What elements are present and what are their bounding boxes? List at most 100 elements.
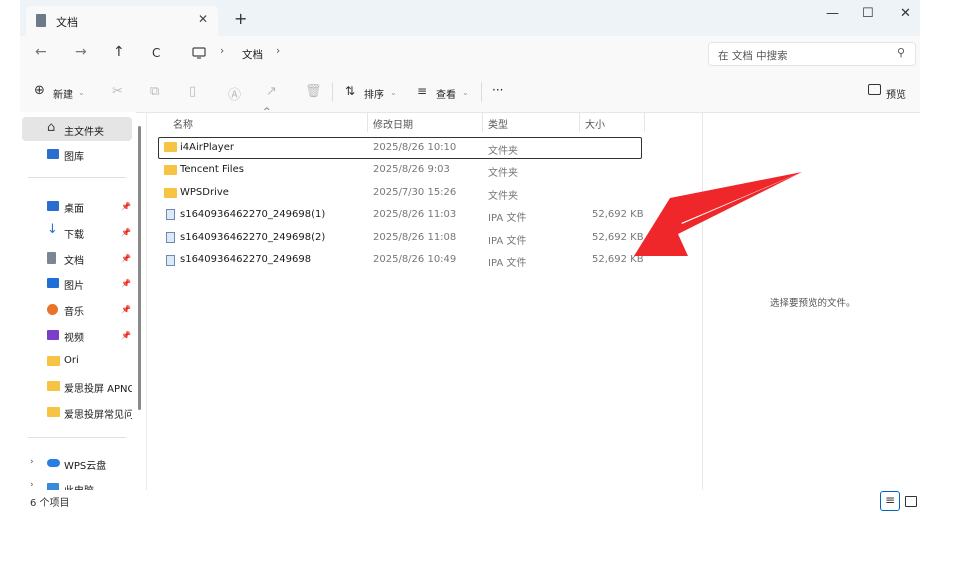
desktop-icon [47,201,59,211]
sidebar-item-label: 此电脑 [64,482,94,490]
sidebar-item-gallery[interactable]: 图库 [64,148,84,163]
column-header-date[interactable]: 修改日期 [373,116,413,131]
sidebar-scrollbar[interactable] [138,126,141,410]
music-icon [47,304,58,315]
pin-icon: 📌 [121,254,131,263]
preview-pane-icon [868,84,881,95]
pictures-icon [47,278,59,288]
divider [481,82,482,102]
search-box[interactable]: 在 文档 中搜索 ⚲ [708,42,916,66]
file-date: 2025/7/30 15:26 [373,187,457,198]
refresh-button[interactable]: C [152,46,160,60]
folder-icon [164,142,177,152]
ipa-file-icon [166,209,175,220]
more-button[interactable]: ··· [492,83,503,97]
column-header-type[interactable]: 类型 [488,116,508,131]
chevron-right-icon: › [276,45,281,57]
file-date: 2025/8/26 11:03 [373,209,457,220]
download-icon: ↓ [47,222,58,237]
forward-button[interactable]: → [75,44,87,60]
chevron-down-icon: ⌄ [390,88,397,97]
sidebar-item-ori[interactable]: Ori [64,355,79,366]
up-button[interactable]: ↑ [113,44,125,60]
file-date: 2025/8/26 11:08 [373,232,457,243]
rename-icon[interactable]: Ⓐ [228,84,241,103]
sidebar-item-documents[interactable]: 文档 [64,252,84,267]
file-type: 文件夹 [488,191,518,202]
computer-icon [192,47,206,59]
cloud-icon [47,459,60,467]
breadcrumb-documents[interactable]: 文档 [242,47,263,62]
column-header-size[interactable]: 大小 [585,116,605,131]
sort-icon: ⇅ [345,84,356,98]
file-type: 文件夹 [488,146,518,157]
delete-icon[interactable]: 🗑 [305,84,322,99]
sidebar-item-wps-cloud[interactable]: WPS云盘 [64,457,106,472]
divider [28,437,126,438]
folder-icon [164,165,177,175]
maximize-button[interactable]: ☐ [862,6,874,21]
tab-close-button[interactable]: ✕ [198,12,208,26]
view-button[interactable]: 查看 [436,86,456,101]
file-name: s1640936462270_249698(1) [180,209,326,220]
new-tab-button[interactable]: + [234,9,247,28]
file-date: 2025/8/26 9:03 [373,164,450,175]
file-name: Tencent Files [180,164,244,175]
expand-chevron-icon[interactable]: › [30,457,34,467]
sort-button[interactable]: 排序 [364,86,384,101]
preview-button[interactable]: 预览 [886,86,906,101]
pin-icon: 📌 [121,228,131,237]
folder-icon [164,188,177,198]
gallery-icon [47,149,59,159]
share-icon[interactable]: ↗ [266,84,277,99]
computer-icon [47,483,59,490]
pane-divider [146,112,147,490]
divider [28,177,126,178]
expand-chevron-icon[interactable]: › [30,480,34,490]
column-divider [482,112,483,132]
sidebar-item-pictures[interactable]: 图片 [64,277,84,292]
minimize-button[interactable]: — [826,6,839,21]
tab-title: 文档 [56,16,78,29]
sidebar-item-this-pc[interactable]: › 此电脑 [20,480,136,490]
column-divider [367,112,368,132]
plus-circle-icon: ⊕ [34,83,45,98]
file-type: IPA 文件 [488,213,527,224]
file-name: WPSDrive [180,187,229,198]
chevron-right-icon: › [220,45,225,57]
column-divider [579,112,580,132]
sidebar-item-faq[interactable]: 爱思投屏常见问 [64,406,132,421]
sidebar-item-desktop[interactable]: 桌面 [64,200,84,215]
tab-documents[interactable]: 文档 ✕ [26,6,218,36]
copy-icon[interactable]: ⧉ [150,84,159,99]
close-window-button[interactable]: ✕ [900,6,911,21]
pin-icon: 📌 [121,279,131,288]
large-icons-view-button[interactable] [905,496,917,507]
column-divider [644,112,645,132]
view-icon: ≡ [417,84,428,98]
sort-ascending-icon: ^ [263,107,271,117]
file-type: 文件夹 [488,168,518,179]
folder-icon [47,381,60,391]
sidebar-item-music[interactable]: 音乐 [64,303,84,318]
ipa-file-icon [166,255,175,266]
new-button[interactable]: 新建 [53,86,73,101]
list-icon: ≡ [885,493,896,507]
sidebar-item-label: 主文件夹 [64,127,104,138]
details-view-button[interactable]: ≡ [880,491,900,511]
pin-icon: 📌 [121,305,131,314]
sidebar-item-downloads[interactable]: 下载 [64,226,84,241]
file-type: IPA 文件 [488,258,527,269]
folder-icon [47,356,60,366]
chevron-down-icon: ⌄ [462,88,469,97]
column-header-name[interactable]: 名称 [173,116,193,131]
paste-icon[interactable]: ▯ [189,84,196,99]
divider [332,82,333,102]
file-date: 2025/8/26 10:10 [373,142,457,153]
sidebar-item-videos[interactable]: 视频 [64,329,84,344]
back-button[interactable]: ← [35,44,47,60]
address-bar[interactable]: › 文档 › [180,42,700,66]
document-icon [36,14,46,27]
sidebar-item-apng[interactable]: 爱思投屏 APNG [64,380,132,395]
cut-icon[interactable]: ✂ [112,84,123,99]
